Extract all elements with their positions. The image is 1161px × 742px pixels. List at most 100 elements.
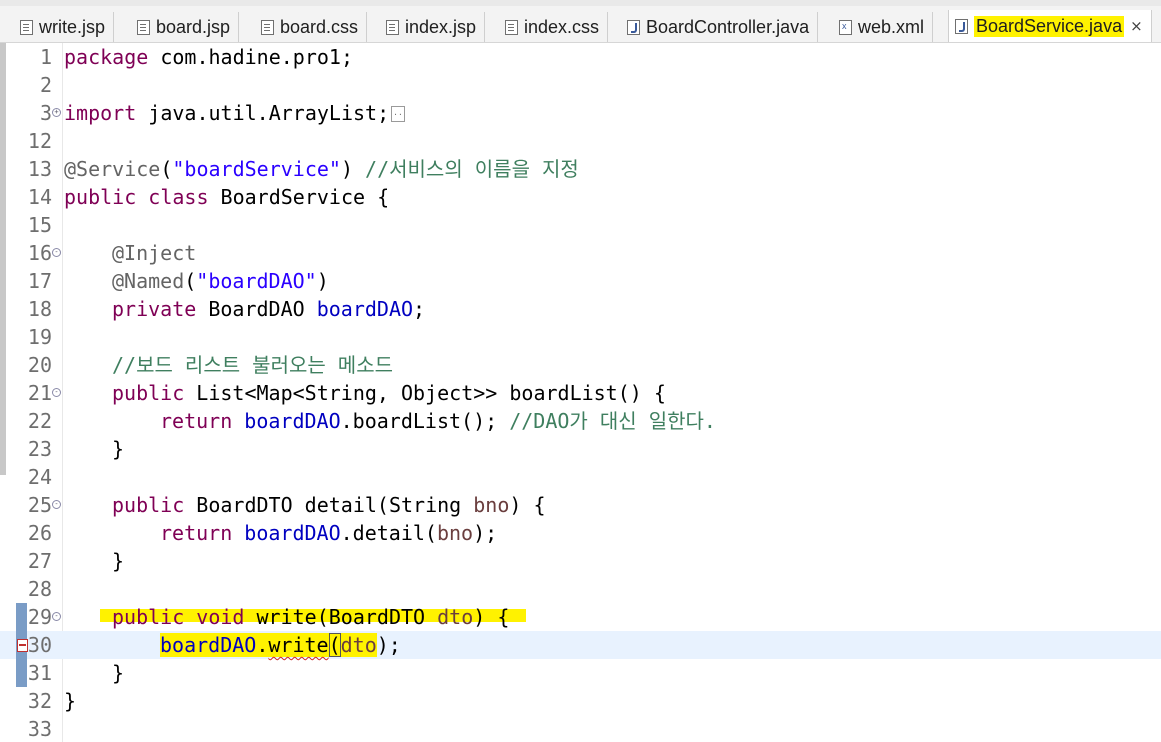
fold-expand-icon[interactable]: [52, 108, 61, 117]
line-number: 26: [27, 521, 52, 545]
file-icon: [261, 19, 274, 35]
code-line[interactable]: 13 @Service("boardService") //서비스의 이름을 지…: [0, 155, 1161, 183]
line-number: 29: [27, 605, 52, 629]
line-number: 19: [27, 325, 52, 349]
tab-board-jsp[interactable]: board.jsp: [137, 12, 240, 42]
line-number: 28: [27, 577, 52, 601]
fold-collapse-icon[interactable]: [52, 612, 61, 621]
code-line[interactable]: 27 }: [0, 547, 1161, 575]
tab-label: web.xml: [858, 16, 925, 37]
code-line[interactable]: 25 public BoardDTO detail(String bno) {: [0, 491, 1161, 519]
line-number: 14: [27, 185, 52, 209]
code-text: }: [112, 437, 125, 461]
toolbar-strip: [0, 0, 1161, 6]
code-text: public List<Map<String, Object>> boardLi…: [112, 381, 666, 405]
line-number: 30: [27, 633, 52, 657]
code-line[interactable]: 31 }: [0, 659, 1161, 687]
code-editor[interactable]: 1 package com.hadine.pro1; 2 3 import ja…: [0, 43, 1161, 742]
tab-label: board.jsp: [156, 16, 231, 37]
line-number: 15: [27, 213, 52, 237]
xml-file-icon: [839, 19, 852, 35]
line-number: 12: [27, 129, 52, 153]
code-line[interactable]: 20 //보드 리스트 불러오는 메소드: [0, 351, 1161, 379]
code-text: }: [112, 661, 125, 685]
tab-label: BoardController.java: [646, 16, 810, 37]
line-number: 24: [27, 465, 52, 489]
error-squiggle: write: [268, 633, 329, 657]
code-text: public BoardDTO detail(String bno) {: [112, 493, 546, 517]
code-line[interactable]: 2: [0, 71, 1161, 99]
line-number: 1: [39, 45, 52, 69]
line-number: 22: [27, 409, 52, 433]
line-number: 27: [27, 549, 52, 573]
code-line[interactable]: 12: [0, 127, 1161, 155]
code-line[interactable]: 28: [0, 575, 1161, 603]
code-line-current[interactable]: 30 boardDAO.write(dto);: [0, 631, 1161, 659]
close-tab-icon[interactable]: ×: [1130, 17, 1143, 35]
line-number: 25: [27, 493, 52, 517]
line-number: 17: [27, 269, 52, 293]
code-text: public void write(BoardDTO dto) {: [112, 605, 510, 629]
line-number: 33: [27, 717, 52, 741]
code-text: }: [112, 549, 125, 573]
tab-index-css[interactable]: index.css: [505, 12, 609, 42]
tab-boardservice-java[interactable]: BoardService.java ×: [948, 10, 1152, 42]
file-icon: [137, 19, 150, 35]
tab-boardcontroller-java[interactable]: BoardController.java: [627, 12, 819, 42]
code-text: private BoardDAO boardDAO;: [112, 297, 426, 321]
code-line[interactable]: 29 public void write(BoardDTO dto) {: [0, 603, 1161, 631]
tab-web-xml[interactable]: web.xml: [839, 12, 934, 42]
code-text: return boardDAO.boardList(); //DAO가 대신 일…: [160, 409, 716, 433]
tab-label: write.jsp: [39, 16, 106, 37]
code-line[interactable]: 16 @Inject: [0, 239, 1161, 267]
code-text: }: [64, 689, 77, 713]
editor-tab-bar: write.jsp board.jsp board.css index.jsp …: [0, 0, 1161, 43]
tab-label: BoardService.java: [974, 15, 1125, 37]
code-text: public class BoardService {: [64, 185, 390, 209]
code-text: boardDAO.write(dto);: [160, 633, 401, 657]
code-line[interactable]: 15: [0, 211, 1161, 239]
java-file-icon: [627, 19, 640, 35]
fold-collapse-icon[interactable]: [52, 248, 61, 257]
line-number: 16: [27, 241, 52, 265]
code-text: return boardDAO.detail(bno);: [160, 521, 498, 545]
fold-collapse-icon[interactable]: [52, 388, 61, 397]
line-number: 31: [27, 661, 52, 685]
line-number: 20: [27, 353, 52, 377]
tab-label: index.jsp: [405, 16, 477, 37]
line-number: 18: [27, 297, 52, 321]
code-line[interactable]: 33: [0, 715, 1161, 742]
code-line[interactable]: 19: [0, 323, 1161, 351]
code-line[interactable]: 23 }: [0, 435, 1161, 463]
code-text: import java.util.ArrayList;: [64, 99, 406, 127]
tab-board-css[interactable]: board.css: [261, 12, 368, 42]
bracket-match: (: [328, 633, 341, 657]
java-file-icon: [955, 18, 968, 34]
line-number: 23: [27, 437, 52, 461]
folded-imports-icon[interactable]: [391, 106, 406, 122]
code-line[interactable]: 1 package com.hadine.pro1;: [0, 43, 1161, 71]
code-line[interactable]: 18 private BoardDAO boardDAO;: [0, 295, 1161, 323]
file-icon: [20, 19, 33, 35]
tab-index-jsp[interactable]: index.jsp: [386, 12, 486, 42]
tab-write-jsp[interactable]: write.jsp: [20, 12, 115, 42]
tab-label: index.css: [524, 16, 600, 37]
code-text: @Service("boardService") //서비스의 이름을 지정: [64, 157, 579, 181]
code-text: @Inject: [112, 241, 197, 265]
code-line[interactable]: 14 public class BoardService {: [0, 183, 1161, 211]
code-line[interactable]: 32 }: [0, 687, 1161, 715]
code-line[interactable]: 24: [0, 463, 1161, 491]
line-number: 13: [27, 157, 52, 181]
line-number: 21: [27, 381, 52, 405]
file-icon: [505, 19, 518, 35]
code-text: @Named("boardDAO"): [112, 269, 329, 293]
fold-collapse-icon[interactable]: [52, 500, 61, 509]
code-line[interactable]: 22 return boardDAO.boardList(); //DAO가 대…: [0, 407, 1161, 435]
file-icon: [386, 19, 399, 35]
code-line[interactable]: 21 public List<Map<String, Object>> boar…: [0, 379, 1161, 407]
line-number: 3: [39, 101, 52, 125]
tab-label: board.css: [280, 16, 359, 37]
code-line[interactable]: 3 import java.util.ArrayList;: [0, 99, 1161, 127]
code-line[interactable]: 26 return boardDAO.detail(bno);: [0, 519, 1161, 547]
code-line[interactable]: 17 @Named("boardDAO"): [0, 267, 1161, 295]
